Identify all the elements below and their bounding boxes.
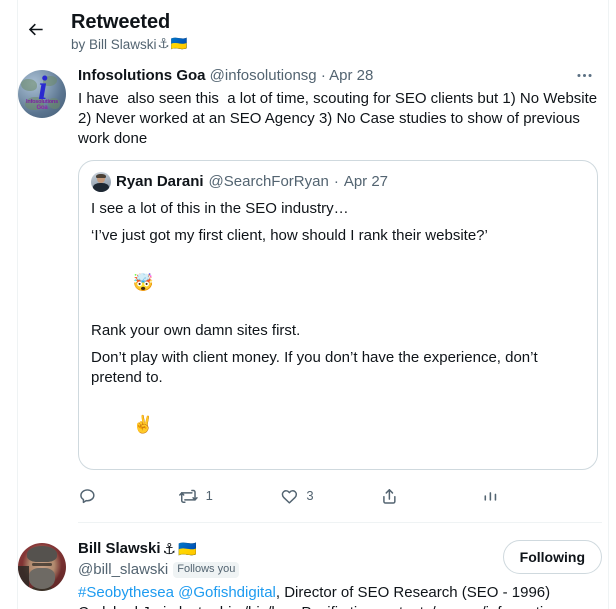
anchor-icon: ⚓	[163, 539, 176, 559]
victory-hand-icon: ✌️	[133, 415, 154, 435]
bio-mention-link[interactable]: @Gofishdigital	[178, 584, 276, 601]
header-byline-text: by Bill Slawski	[71, 36, 157, 53]
ukraine-flag-icon: 🇺🇦	[171, 36, 188, 53]
follows-you-badge: Follows you	[173, 562, 239, 578]
quoted-text-line-3: Rank your own damn sites first.	[91, 321, 585, 341]
retweet-button[interactable]: 1	[179, 487, 280, 506]
avatar-decoration	[29, 568, 56, 589]
more-options-button[interactable]	[568, 66, 600, 88]
profile-avatar-column	[18, 539, 66, 609]
quoted-text-line-2: ‘I’ve just got my first client, how shou…	[91, 226, 585, 246]
header-text-group: Retweeted by Bill Slawski ⚓ 🇺🇦	[71, 10, 187, 53]
twitter-tweet-detail-page: Retweeted by Bill Slawski ⚓ 🇺🇦 i Infosol…	[0, 0, 616, 609]
share-icon	[380, 487, 399, 506]
profile-card: Bill Slawski ⚓ 🇺🇦 @bill_slawski Follows …	[0, 527, 616, 609]
exploding-head-icon: 🤯	[133, 273, 154, 293]
tweet-action-bar: 1 3	[78, 481, 508, 511]
tweet-header-row: Infosolutions Goa @infosolutionsg · Apr …	[78, 66, 602, 88]
bio-hashtag-link[interactable]: #Seobythesea	[78, 584, 174, 601]
quoted-meta-separator: ·	[334, 172, 339, 192]
retweet-count: 1	[206, 488, 213, 504]
back-arrow-icon	[26, 20, 45, 39]
profile-display-name[interactable]: Bill Slawski	[78, 539, 161, 559]
quoted-tweet-header: Ryan Darani @SearchForRyan · Apr 27	[91, 172, 585, 192]
avatar-decoration	[93, 183, 110, 192]
page-title: Retweeted	[71, 10, 187, 34]
like-heart-icon	[280, 487, 299, 506]
section-divider	[78, 522, 602, 523]
avatar-decoration	[27, 546, 58, 562]
like-count: 3	[306, 488, 313, 504]
avatar-brand-line-2: Goa	[18, 105, 66, 111]
page-header: Retweeted by Bill Slawski ⚓ 🇺🇦	[0, 0, 616, 58]
profile-handle[interactable]: @bill_slawski	[78, 560, 168, 580]
quoted-emoji-exploding-head: 🤯	[91, 253, 585, 314]
tweet-avatar-column: i Infosolutions Goa	[18, 66, 66, 527]
anchor-icon: ⚓	[158, 36, 170, 53]
avatar-decoration	[21, 79, 37, 91]
infosolutions-goa-avatar[interactable]: i Infosolutions Goa	[18, 70, 66, 118]
tweet-author-handle[interactable]: @infosolutionsg	[210, 67, 317, 84]
quoted-text-line-1: I see a lot of this in the SEO industry…	[91, 199, 585, 219]
tweet-author-line: Infosolutions Goa @infosolutionsg · Apr …	[78, 66, 568, 86]
tweet-meta-separator: ·	[321, 67, 326, 84]
quoted-author-name: Ryan Darani	[116, 172, 204, 192]
quoted-tweet-card[interactable]: Ryan Darani @SearchForRyan · Apr 27 I se…	[78, 160, 598, 470]
more-options-icon	[575, 66, 594, 85]
view-analytics-icon	[481, 487, 500, 506]
view-analytics-button[interactable]	[481, 487, 508, 506]
tweet-author-name[interactable]: Infosolutions Goa	[78, 67, 206, 84]
bill-slawski-avatar[interactable]	[18, 543, 66, 591]
avatar-decoration	[32, 563, 51, 565]
back-button[interactable]	[18, 12, 52, 46]
tweet-text: I have also seen this a lot of time, sco…	[78, 89, 602, 149]
header-byline: by Bill Slawski ⚓ 🇺🇦	[71, 36, 187, 53]
quoted-text-line-4: Don’t play with client money. If you don…	[91, 348, 585, 388]
quoted-author-handle: @SearchForRyan	[209, 172, 329, 192]
quoted-emoji-victory-hand: ✌️	[91, 395, 585, 456]
following-button[interactable]: Following	[503, 540, 602, 574]
share-button[interactable]	[380, 487, 481, 506]
reply-button[interactable]	[78, 487, 179, 506]
reply-icon	[78, 487, 97, 506]
avatar-decoration	[96, 174, 106, 178]
tweet-body: Infosolutions Goa @infosolutionsg · Apr …	[78, 66, 602, 527]
avatar-decoration	[18, 566, 29, 591]
retweet-icon	[179, 487, 198, 506]
ryan-darani-avatar[interactable]	[91, 172, 111, 192]
profile-bio: #Seobythesea @Gofishdigital, Director of…	[78, 583, 602, 609]
tweet-container: i Infosolutions Goa Infosolutions Goa @i…	[0, 58, 616, 527]
ukraine-flag-icon: 🇺🇦	[178, 539, 197, 559]
like-button[interactable]: 3	[280, 487, 381, 506]
tweet-timestamp[interactable]: Apr 28	[329, 67, 373, 84]
quoted-timestamp: Apr 27	[344, 172, 388, 192]
